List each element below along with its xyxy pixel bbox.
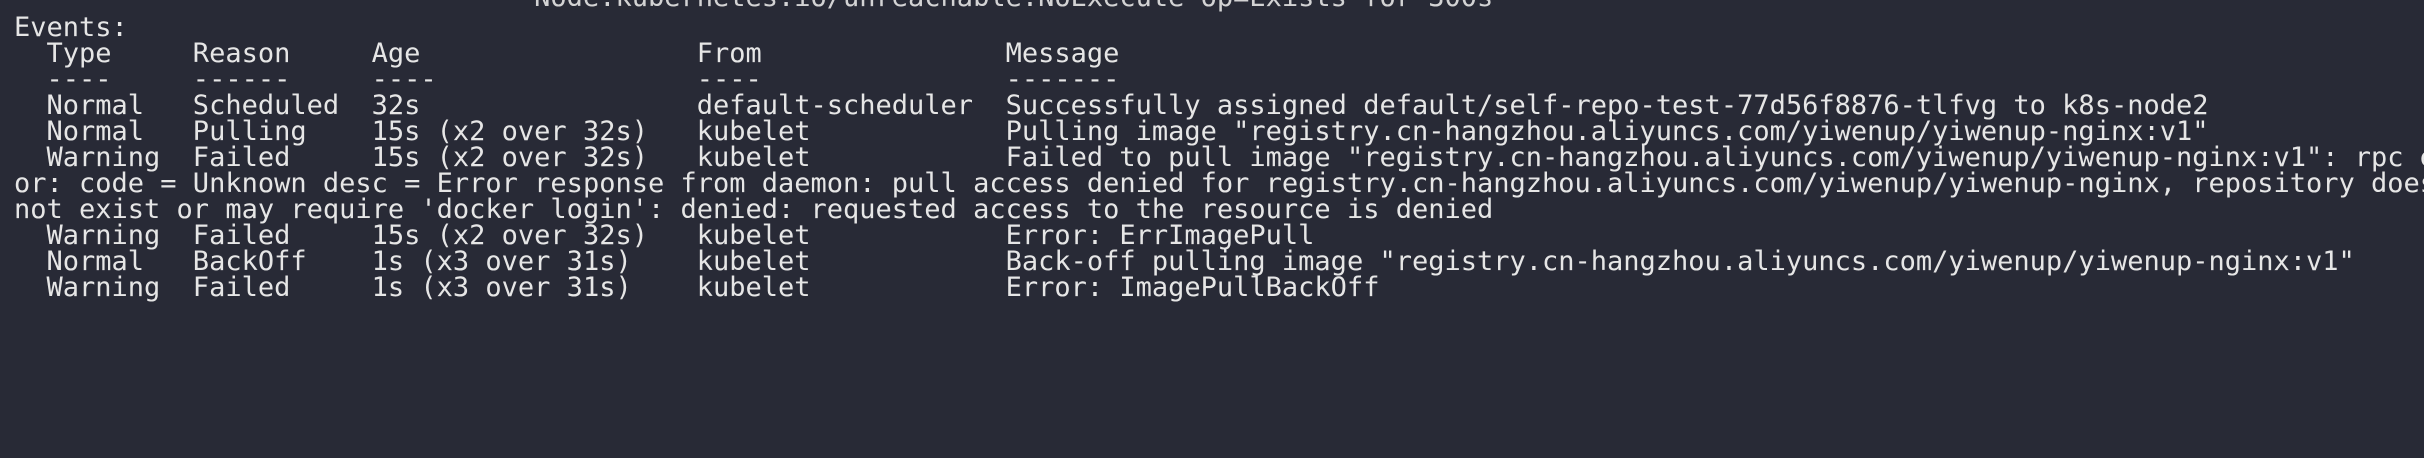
truncated-toleration-line: Node.kubernetes.io/unreachable:NoExecute… [14, 0, 1493, 18]
terminal-output[interactable]: Node.kubernetes.io/unreachable:NoExecute… [0, 0, 2424, 458]
event-row: Warning Failed 1s (x3 over 31s) kubelet … [14, 272, 1380, 303]
